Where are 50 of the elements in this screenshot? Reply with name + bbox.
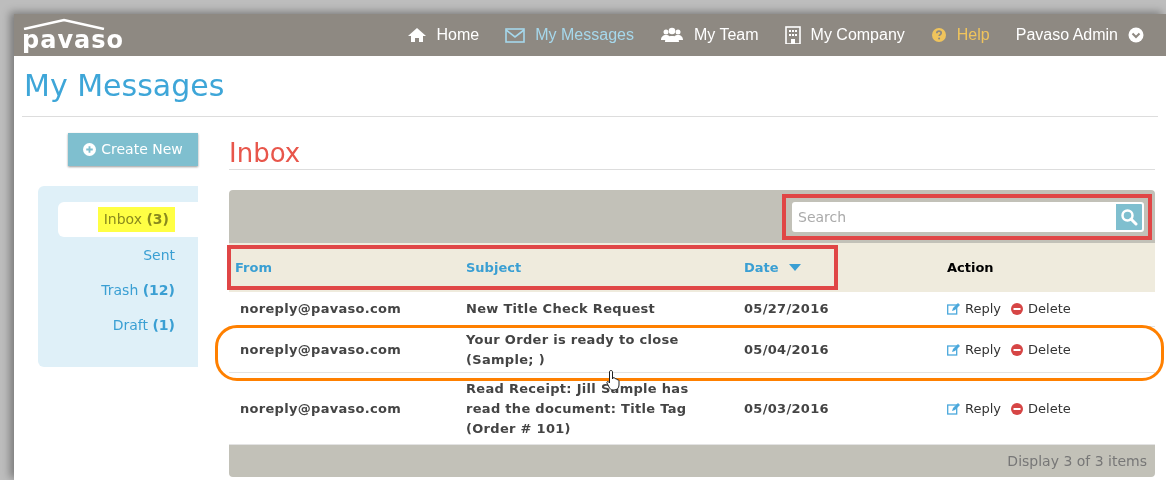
page-title: My Messages — [24, 71, 225, 101]
edit-icon — [947, 402, 960, 415]
table-cell: New Title Check Request — [466, 301, 656, 316]
reply-link[interactable]: Reply — [947, 398, 1001, 419]
folder-item[interactable]: Sent — [58, 238, 198, 273]
envelope-icon — [505, 27, 526, 43]
section-title: Inbox — [229, 139, 301, 166]
search-button[interactable] — [1114, 201, 1144, 232]
pagination-info: Display 3 of 3 items — [1007, 451, 1147, 471]
search-icon — [1120, 207, 1138, 226]
delete-link[interactable]: Delete — [1011, 398, 1071, 419]
delete-link[interactable]: Delete — [1011, 299, 1071, 319]
help-icon — [930, 27, 947, 43]
plus-circle-icon — [83, 143, 97, 156]
table-cell: 05/04/2016 — [744, 341, 829, 357]
minus-circle-icon — [1011, 402, 1023, 415]
create-new-button[interactable]: Create New — [68, 133, 198, 166]
building-icon — [784, 26, 801, 44]
folder-item[interactable]: Trash (12) — [58, 273, 198, 308]
home-icon — [406, 27, 427, 43]
table-cell: 05/03/2016 — [744, 400, 829, 416]
nav-link[interactable]: My Company — [784, 23, 905, 47]
table-cell: noreply@pavaso.com — [240, 400, 402, 416]
nav-link[interactable]: My Team — [659, 23, 759, 47]
nav-link[interactable]: Pavaso Admin — [1015, 23, 1144, 47]
people-icon — [659, 27, 684, 43]
table-cell: Your Order is ready to close (Sample; ) — [466, 331, 679, 367]
column-header[interactable]: Date — [744, 257, 801, 278]
nav-link[interactable]: Help — [930, 23, 990, 47]
minus-circle-icon — [1011, 303, 1023, 315]
nav-link[interactable]: My Messages — [505, 23, 634, 47]
chevron-down-icon — [1128, 27, 1144, 43]
delete-link[interactable]: Delete — [1011, 339, 1071, 360]
column-header: Action — [947, 258, 994, 277]
table-cell: noreply@pavaso.com — [240, 301, 402, 316]
table-cell: 05/27/2016 — [744, 301, 829, 316]
nav-link[interactable]: Home — [406, 23, 480, 47]
column-header[interactable]: From — [235, 257, 272, 278]
reply-link[interactable]: Reply — [947, 299, 1001, 319]
edit-icon — [947, 303, 960, 315]
folder-item[interactable]: Inbox (3) — [58, 202, 198, 237]
minus-circle-icon — [1011, 343, 1023, 356]
table-cell: noreply@pavaso.com — [240, 341, 402, 357]
logo[interactable]: pavaso — [22, 28, 124, 52]
folder-item[interactable]: Draft (1) — [58, 308, 198, 343]
roof-icon — [22, 18, 106, 30]
search-field[interactable]: Search — [792, 201, 1114, 232]
column-header[interactable]: Subject — [466, 257, 522, 278]
reply-link[interactable]: Reply — [947, 339, 1001, 360]
edit-icon — [947, 343, 960, 356]
